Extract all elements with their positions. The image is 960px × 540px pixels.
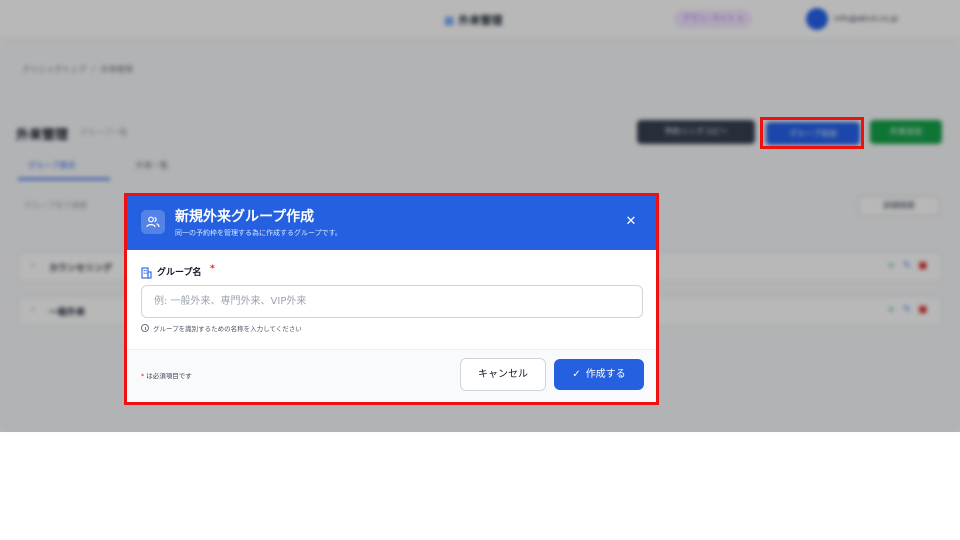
create-button-label: 作成する xyxy=(585,369,626,380)
cancel-button[interactable]: キャンセル xyxy=(460,358,546,391)
required-note: * は必須項目です xyxy=(141,370,192,380)
required-note-text: は必須項目です xyxy=(146,372,192,380)
required-mark: * xyxy=(210,264,215,274)
dialog-title: 新規外来グループ作成 xyxy=(175,209,315,225)
create-button[interactable]: ✓ 作成する xyxy=(554,359,644,390)
building-icon xyxy=(141,264,152,283)
users-icon xyxy=(141,210,165,234)
required-note-star: * xyxy=(141,372,145,380)
highlight-add-group-button xyxy=(760,117,864,149)
check-icon: ✓ xyxy=(572,369,581,380)
info-icon xyxy=(141,324,149,332)
dialog-footer: * は必須項目です キャンセル ✓ 作成する xyxy=(127,349,656,402)
help-text: グループを識別するための名称を入力してください xyxy=(153,325,302,333)
dialog-subtitle: 同一の予約枠を管理する為に作成するグループです。 xyxy=(175,229,342,237)
create-group-dialog: 新規外来グループ作成 同一の予約枠を管理する為に作成するグループです。 ✕ グル… xyxy=(124,193,659,405)
dialog-header: 新規外来グループ作成 同一の予約枠を管理する為に作成するグループです。 ✕ xyxy=(127,196,656,250)
close-icon[interactable]: ✕ xyxy=(621,212,641,232)
group-name-label: グループ名 xyxy=(157,268,202,278)
group-name-input[interactable] xyxy=(141,285,643,318)
